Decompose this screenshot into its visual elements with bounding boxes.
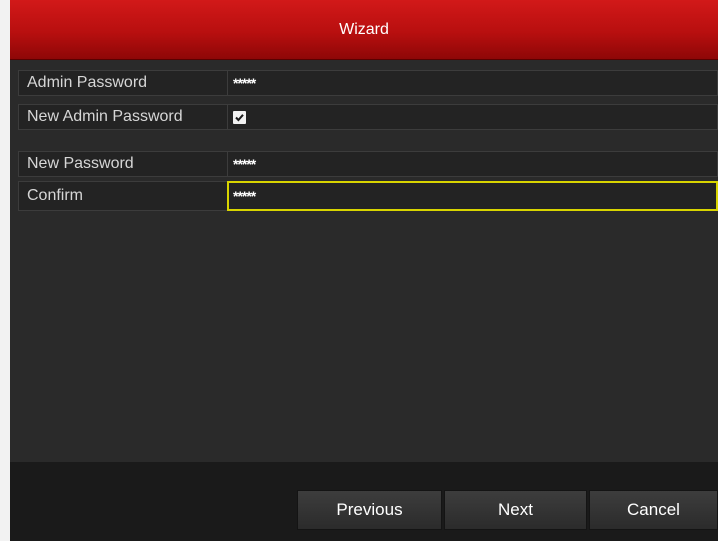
new-admin-password-checkbox[interactable] [233, 110, 246, 124]
confirm-input[interactable]: ***** [227, 181, 718, 211]
checkmark-icon [235, 113, 244, 121]
title-bar: Wizard [10, 0, 718, 60]
new-password-input[interactable]: ***** [227, 151, 718, 177]
new-password-row: New Password ***** [18, 151, 718, 177]
new-password-label: New Password [18, 151, 227, 177]
cancel-button[interactable]: Cancel [589, 490, 718, 530]
admin-password-label: Admin Password [18, 70, 227, 96]
new-admin-password-label: New Admin Password [18, 104, 227, 130]
new-admin-password-field [227, 104, 718, 130]
admin-password-input[interactable]: ***** [227, 70, 718, 96]
wizard-content: Admin Password ***** New Admin Password … [10, 60, 718, 462]
button-bar: Previous Next Cancel [10, 462, 718, 541]
new-admin-password-row: New Admin Password [18, 104, 718, 130]
previous-button[interactable]: Previous [297, 490, 442, 530]
admin-password-row: Admin Password ***** [18, 70, 718, 96]
confirm-row: Confirm ***** [18, 181, 718, 211]
wizard-window: Wizard Admin Password ***** New Admin Pa… [10, 0, 718, 541]
window-title: Wizard [339, 20, 389, 38]
confirm-label: Confirm [18, 181, 227, 211]
next-button[interactable]: Next [444, 490, 587, 530]
